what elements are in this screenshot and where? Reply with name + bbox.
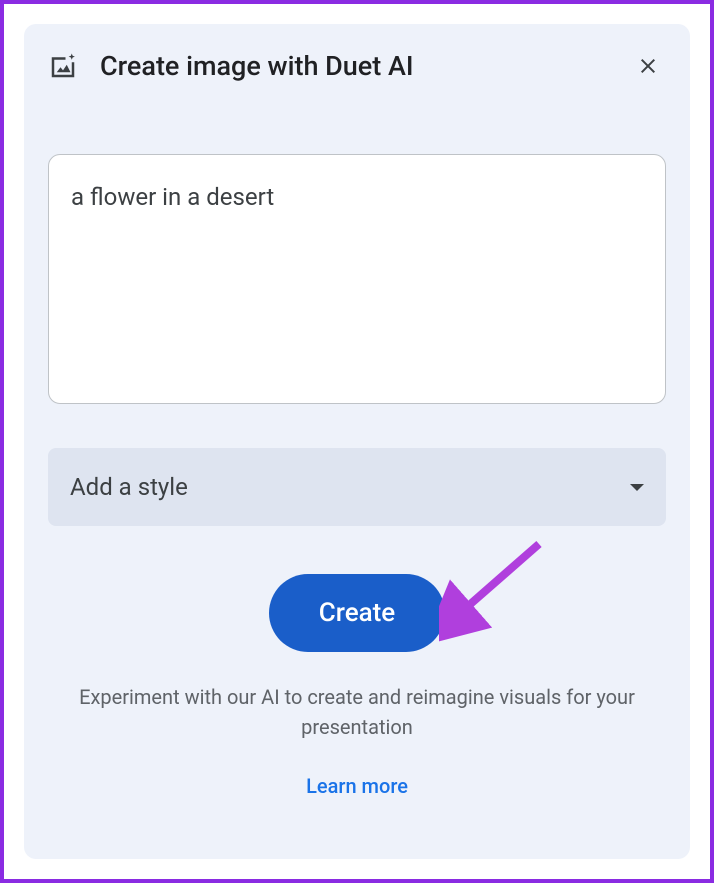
chevron-down-icon (630, 484, 644, 491)
create-button[interactable]: Create (269, 574, 445, 652)
create-button-wrapper: Create (48, 574, 666, 652)
image-sparkle-icon (48, 51, 78, 81)
info-text: Experiment with our AI to create and rei… (48, 682, 666, 742)
duet-ai-panel: Create image with Duet AI Add a style Cr… (24, 24, 690, 859)
learn-more-link[interactable]: Learn more (306, 774, 408, 798)
learn-more-wrapper: Learn more (48, 774, 666, 798)
style-dropdown-label: Add a style (70, 473, 188, 501)
prompt-input[interactable] (48, 154, 666, 404)
annotation-frame: Create image with Duet AI Add a style Cr… (0, 0, 714, 883)
panel-header: Create image with Duet AI (48, 44, 666, 96)
panel-title: Create image with Duet AI (100, 50, 608, 82)
close-button[interactable] (630, 48, 666, 84)
style-dropdown[interactable]: Add a style (48, 448, 666, 526)
close-icon (636, 54, 660, 78)
